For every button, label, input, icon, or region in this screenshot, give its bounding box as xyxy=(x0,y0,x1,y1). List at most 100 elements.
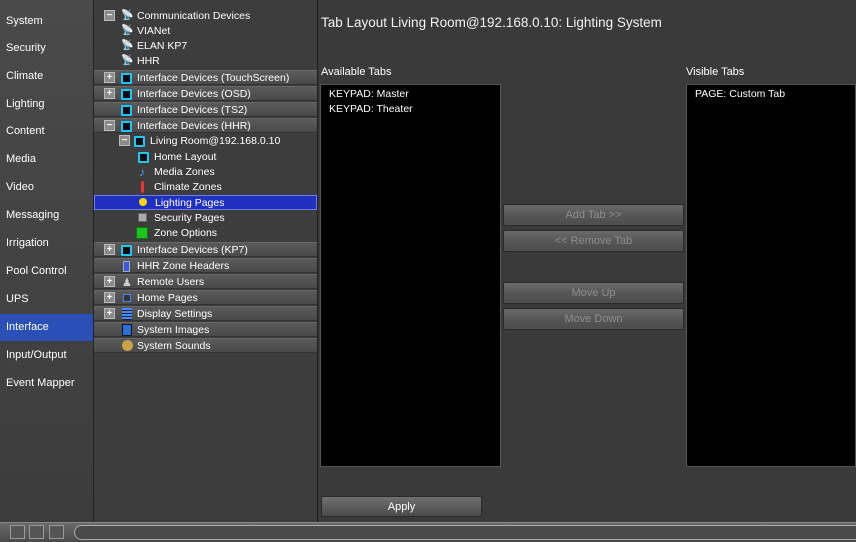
tree-label: VIANet xyxy=(137,25,171,37)
progress-bar xyxy=(74,525,856,540)
tree-label: HHR xyxy=(137,55,160,67)
tree-label: Interface Devices (TouchScreen) xyxy=(137,72,290,84)
tree-item-interface-ts2[interactable]: Interface Devices (TS2) xyxy=(94,102,317,117)
tree-label: System Sounds xyxy=(137,340,211,352)
add-tab-button[interactable]: Add Tab >> xyxy=(503,204,684,226)
collapse-icon[interactable]: − xyxy=(119,135,130,146)
expand-icon[interactable]: + xyxy=(104,244,115,255)
remote-icon xyxy=(123,261,130,272)
monitor-icon xyxy=(121,89,132,100)
status-indicator xyxy=(10,525,25,539)
tree-label: Display Settings xyxy=(137,308,213,320)
expand-icon[interactable]: + xyxy=(104,308,115,319)
move-down-button[interactable]: Move Down xyxy=(503,308,684,330)
expand-icon[interactable]: + xyxy=(104,72,115,83)
tree-label: HHR Zone Headers xyxy=(137,260,230,272)
tree-label: Interface Devices (TS2) xyxy=(137,104,248,116)
tree-item-hhr[interactable]: 📡 HHR xyxy=(94,54,317,69)
visible-tabs-list[interactable]: PAGE: Custom Tab xyxy=(686,84,856,467)
apply-button[interactable]: Apply xyxy=(321,496,482,517)
tree-item-security-pages[interactable]: Security Pages xyxy=(94,211,317,226)
tree-item-communication-devices[interactable]: − 📡 Communication Devices xyxy=(94,9,317,24)
thermometer-icon xyxy=(141,181,144,193)
tree-item-lighting-pages[interactable]: Lighting Pages xyxy=(94,195,317,210)
nav-item-video[interactable]: Video xyxy=(0,174,93,201)
tree-item-zone-options[interactable]: Zone Options xyxy=(94,226,317,241)
monitor-icon xyxy=(134,136,145,147)
collapse-icon[interactable]: − xyxy=(104,10,115,21)
status-bar xyxy=(0,522,856,542)
tree-item-interface-touchscreen[interactable]: + Interface Devices (TouchScreen) xyxy=(94,70,317,85)
remove-tab-button[interactable]: << Remove Tab xyxy=(503,230,684,252)
nav-item-event-mapper[interactable]: Event Mapper xyxy=(0,370,93,397)
expand-icon[interactable]: + xyxy=(104,88,115,99)
nav-item-content[interactable]: Content xyxy=(0,118,93,145)
tree-item-remote-users[interactable]: + ♟ Remote Users xyxy=(94,274,317,289)
tree-label: System Images xyxy=(137,324,210,336)
tree-item-home-pages[interactable]: + Home Pages xyxy=(94,290,317,305)
list-item[interactable]: PAGE: Custom Tab xyxy=(695,88,785,100)
satellite-icon: 📡 xyxy=(121,10,134,21)
image-icon xyxy=(122,324,132,336)
tree-item-hhr-zone-headers[interactable]: HHR Zone Headers xyxy=(94,258,317,273)
nav-item-messaging[interactable]: Messaging xyxy=(0,202,93,229)
nav-item-ups[interactable]: UPS xyxy=(0,286,93,313)
satellite-icon: 📡 xyxy=(121,40,134,51)
move-up-button[interactable]: Move Up xyxy=(503,282,684,304)
nav-item-interface[interactable]: Interface xyxy=(0,314,93,341)
nav-item-security[interactable]: Security xyxy=(0,35,93,62)
zone-options-icon xyxy=(136,227,148,239)
expand-icon[interactable]: + xyxy=(104,276,115,287)
visible-tabs-label: Visible Tabs xyxy=(686,66,745,78)
nav-item-media[interactable]: Media xyxy=(0,146,93,173)
user-icon: ♟ xyxy=(122,277,132,289)
expand-icon[interactable]: + xyxy=(104,292,115,303)
tree-item-home-layout[interactable]: Home Layout xyxy=(94,150,317,165)
satellite-icon: 📡 xyxy=(121,25,134,36)
tree-item-interface-kp7[interactable]: + Interface Devices (KP7) xyxy=(94,242,317,257)
main-nav: System Security Climate Lighting Content… xyxy=(0,0,94,522)
tree-label: Home Layout xyxy=(154,151,217,163)
tree-label: Media Zones xyxy=(154,166,215,178)
tree-item-interface-hhr[interactable]: − Interface Devices (HHR) xyxy=(94,118,317,133)
list-item[interactable]: KEYPAD: Theater xyxy=(329,103,413,115)
available-tabs-label: Available Tabs xyxy=(321,66,392,78)
tree-item-media-zones[interactable]: ♪ Media Zones xyxy=(94,165,317,180)
nav-item-irrigation[interactable]: Irrigation xyxy=(0,230,93,257)
collapse-icon[interactable]: − xyxy=(104,120,115,131)
nav-item-lighting[interactable]: Lighting xyxy=(0,91,93,118)
tree-item-vianet[interactable]: 📡 VIANet xyxy=(94,24,317,39)
nav-item-input-output[interactable]: Input/Output xyxy=(0,342,93,369)
status-indicator xyxy=(29,525,44,539)
monitor-icon xyxy=(121,105,132,116)
status-indicator xyxy=(49,525,64,539)
tree-label: Interface Devices (KP7) xyxy=(137,244,248,256)
tree-label: Home Pages xyxy=(137,292,198,304)
tree-item-living-room[interactable]: − Living Room@192.168.0.10 xyxy=(94,134,317,149)
display-settings-icon xyxy=(122,308,132,320)
lightbulb-icon xyxy=(139,198,147,206)
satellite-icon: 📡 xyxy=(121,55,134,66)
available-tabs-list[interactable]: KEYPAD: Master KEYPAD: Theater xyxy=(320,84,501,467)
monitor-icon xyxy=(121,245,132,256)
nav-item-system[interactable]: System xyxy=(0,8,93,35)
tree-label: Security Pages xyxy=(154,212,225,224)
tree-label: Lighting Pages xyxy=(155,197,225,209)
tree-item-climate-zones[interactable]: Climate Zones xyxy=(94,180,317,195)
tree-label: Remote Users xyxy=(137,276,205,288)
tree-item-system-sounds[interactable]: System Sounds xyxy=(94,338,317,353)
tree-label: Zone Options xyxy=(154,227,218,239)
tree-item-elan-kp7[interactable]: 📡 ELAN KP7 xyxy=(94,39,317,54)
list-item[interactable]: KEYPAD: Master xyxy=(329,88,409,100)
tree-item-interface-osd[interactable]: + Interface Devices (OSD) xyxy=(94,86,317,101)
nav-item-pool-control[interactable]: Pool Control xyxy=(0,258,93,285)
tree-label: ELAN KP7 xyxy=(137,40,188,52)
monitor-icon xyxy=(138,152,149,163)
tree-label: Interface Devices (OSD) xyxy=(137,88,251,100)
nav-item-climate[interactable]: Climate xyxy=(0,63,93,90)
music-note-icon: ♪ xyxy=(139,165,145,179)
tree-label: Communication Devices xyxy=(137,10,251,22)
tree-item-display-settings[interactable]: + Display Settings xyxy=(94,306,317,321)
tree-item-system-images[interactable]: System Images xyxy=(94,322,317,337)
monitor-icon xyxy=(121,121,132,132)
